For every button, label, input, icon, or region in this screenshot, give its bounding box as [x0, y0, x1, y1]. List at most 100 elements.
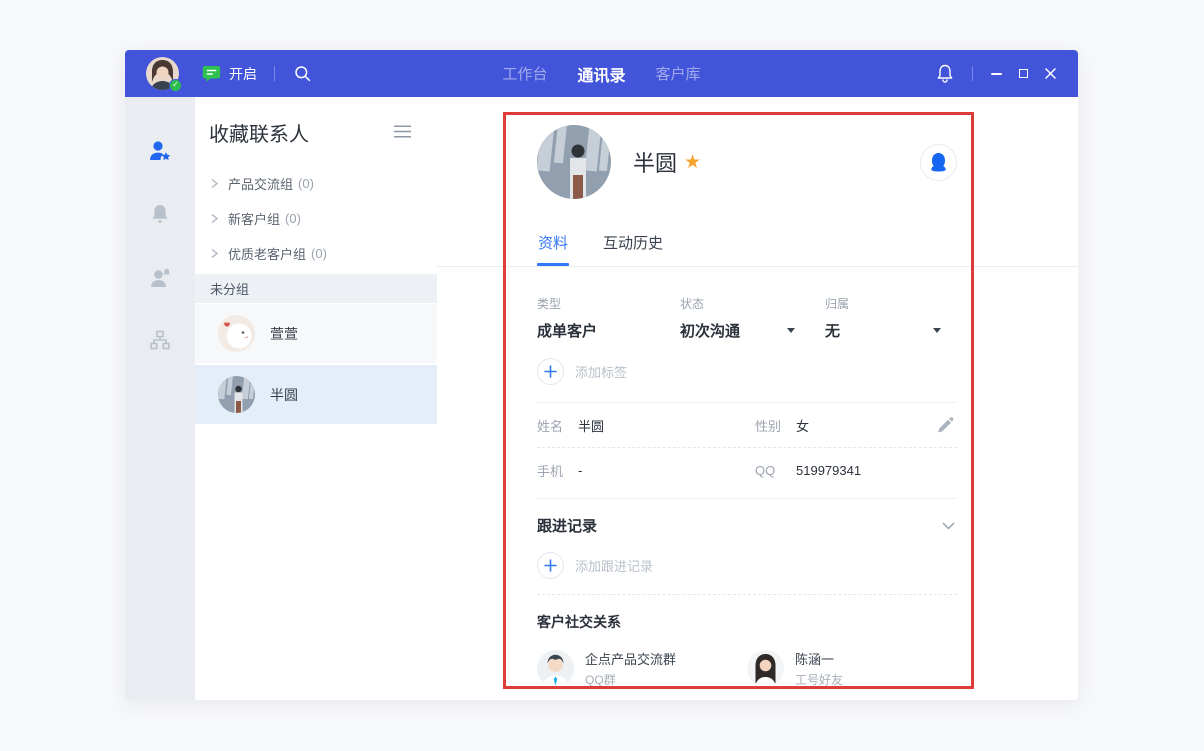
edit-pencil-icon: [938, 416, 954, 432]
gender-value: 女: [796, 418, 810, 434]
titlebar: ✓ 开启 工作台 通讯录 客户库: [125, 50, 1078, 97]
chat-status-toggle[interactable]: 开启: [202, 64, 257, 84]
info-row-phone-qq: 手机 - QQ 519979341: [537, 448, 957, 492]
group-label: 产品交流组: [228, 177, 294, 192]
info-row-name-gender: 姓名 半圆 性别 女: [537, 403, 957, 447]
favorite-contacts-icon: [150, 141, 171, 161]
owner-dropdown-caret-icon[interactable]: [933, 328, 941, 333]
relation-name: 企点产品交流群: [585, 652, 677, 667]
contact-row-banyuan-selected[interactable]: 半圆: [195, 365, 437, 424]
contact-avatar-art: [218, 315, 255, 352]
contact-row-xuanxuan[interactable]: 萱萱: [195, 304, 437, 363]
relation-type: QQ群: [585, 673, 616, 687]
status-dropdown-caret-icon[interactable]: [787, 328, 795, 333]
contacts-panel-header: 收藏联系人: [195, 97, 437, 147]
chat-status-label: 开启: [229, 65, 257, 82]
chevron-down-icon: [942, 521, 955, 530]
maximize-button[interactable]: [1017, 67, 1030, 80]
qq-chat-button[interactable]: [920, 143, 957, 181]
name-value: 半圆: [578, 418, 605, 434]
tab-interaction-history[interactable]: 互动历史: [602, 232, 664, 266]
group-count: (0): [311, 246, 327, 261]
panel-menu-button[interactable]: [392, 123, 413, 143]
tabs-divider: [437, 266, 1078, 267]
status-label: 状态: [680, 297, 705, 311]
contact-detail-panel: 半圆 ★ 资料 互动历史 类型 成单客户 状态 初次沟通 归属 无 添加标签 姓…: [437, 97, 1078, 700]
notification-bell-button[interactable]: [934, 62, 956, 85]
edit-info-button[interactable]: [935, 415, 957, 436]
search-icon: [295, 66, 311, 82]
relation-item-qq-group[interactable]: 企点产品交流群 QQ群: [537, 649, 747, 688]
chevron-right-icon: [210, 248, 219, 259]
field-type: 类型 成单客户: [537, 295, 680, 341]
relation-type: 工号好友: [795, 673, 844, 687]
add-tag-button[interactable]: 添加标签: [537, 358, 627, 385]
add-follow-up-label: 添加跟进记录: [575, 559, 654, 574]
sidebar-item-favorite-contacts[interactable]: [147, 139, 173, 163]
owner-label: 归属: [825, 297, 850, 311]
close-icon: [1045, 68, 1056, 79]
phone-label: 手机: [537, 463, 564, 479]
add-follow-up-button[interactable]: 添加跟进记录: [537, 552, 653, 579]
main-nav: 工作台 通讯录 客户库: [502, 50, 700, 97]
minimize-icon: [991, 72, 1002, 75]
relation-name: 陈涵一: [795, 652, 835, 667]
favorite-star-icon[interactable]: ★: [684, 153, 701, 172]
nav-tab-customers[interactable]: 客户库: [656, 63, 701, 84]
contact-name: 半圆: [270, 386, 298, 403]
profile-avatar: [537, 125, 611, 199]
close-button[interactable]: [1043, 66, 1058, 81]
gender-label: 性别: [755, 418, 782, 434]
sidebar-item-org-structure[interactable]: [147, 328, 173, 352]
ungrouped-label: 未分组: [210, 282, 250, 297]
hamburger-icon: [394, 124, 411, 138]
contact-avatar: [218, 315, 255, 352]
qq-label: QQ: [755, 462, 776, 478]
minimize-button[interactable]: [989, 71, 1004, 77]
field-owner: 归属 无: [825, 295, 957, 341]
group-item-product[interactable]: 产品交流组 (0): [195, 166, 437, 201]
follow-up-section-header: 跟进记录: [537, 515, 957, 536]
plus-icon: [537, 552, 564, 579]
group-label: 新客户组: [228, 212, 281, 227]
chevron-right-icon: [210, 213, 219, 224]
status-value[interactable]: 初次沟通: [680, 320, 740, 341]
type-value: 成单客户: [537, 323, 598, 340]
titlebar-divider: [972, 66, 973, 81]
tab-profile[interactable]: 资料: [537, 232, 570, 266]
name-label: 姓名: [537, 418, 564, 434]
detail-tabs: 资料 互动历史: [537, 232, 957, 266]
bell-icon: [937, 64, 953, 83]
group-item-premium-customer[interactable]: 优质老客户组 (0): [195, 236, 437, 271]
relation-item-colleague[interactable]: 陈涵一 工号好友: [747, 649, 957, 688]
maximize-icon: [1019, 69, 1028, 78]
owner-value[interactable]: 无: [825, 320, 840, 341]
group-item-new-customer[interactable]: 新客户组 (0): [195, 201, 437, 236]
contacts-panel: 收藏联系人 产品交流组 (0) 新客户组 (0) 优质老客户组 (0) 未分组 …: [195, 97, 437, 700]
collapse-follow-up-button[interactable]: [940, 520, 957, 532]
relation-avatar: [537, 650, 574, 687]
nav-tab-contacts[interactable]: 通讯录: [577, 62, 625, 86]
user-avatar[interactable]: ✓: [146, 57, 182, 92]
phone-value: -: [578, 462, 583, 478]
relation-avatar-art: [537, 650, 574, 687]
relation-avatar-art: [747, 650, 784, 687]
section-divider: [537, 498, 957, 499]
social-relations-title: 客户社交关系: [537, 614, 621, 630]
sidebar-item-notifications[interactable]: [147, 202, 173, 226]
group-list: 产品交流组 (0) 新客户组 (0) 优质老客户组 (0): [195, 166, 437, 271]
nav-tab-workbench[interactable]: 工作台: [502, 63, 547, 84]
titlebar-divider: [274, 66, 275, 81]
sidebar-item-customers[interactable]: [147, 265, 173, 289]
chevron-right-icon: [210, 178, 219, 189]
notification-bell-icon: [152, 205, 168, 223]
plus-icon: [537, 358, 564, 385]
qq-value: 519979341: [796, 462, 862, 478]
group-count: (0): [298, 176, 314, 191]
add-tag-label: 添加标签: [575, 365, 628, 380]
group-count: (0): [285, 211, 301, 226]
ungrouped-section-header[interactable]: 未分组: [195, 274, 437, 303]
online-check-badge: ✓: [169, 79, 182, 92]
search-button[interactable]: [292, 63, 313, 84]
left-icon-rail: [125, 97, 195, 700]
